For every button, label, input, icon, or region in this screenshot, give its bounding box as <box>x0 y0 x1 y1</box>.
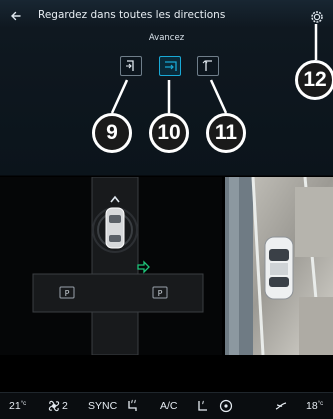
temp-right[interactable]: 18°c <box>306 400 323 412</box>
climate-bar: 21°c 2 SYNC A/C 18°c <box>0 392 333 419</box>
camera-screen: Regardez dans toutes les directions Avan… <box>0 0 333 419</box>
parking-spot-left: P <box>65 289 70 298</box>
direction-arrow-icon <box>137 260 150 274</box>
car-icon <box>105 207 125 249</box>
ac-button[interactable]: A/C <box>160 400 178 412</box>
surround-camera-feed <box>225 177 333 355</box>
sync-button[interactable]: SYNC <box>88 400 117 412</box>
callout-leaders <box>110 24 318 114</box>
fan-icon[interactable] <box>46 398 62 414</box>
callout-9: 9 <box>92 113 132 153</box>
temp-left[interactable]: 21°c <box>9 400 26 412</box>
heated-seat-icon[interactable] <box>124 398 140 414</box>
fan-speed-icon[interactable] <box>273 398 289 414</box>
callout-10: 10 <box>149 113 189 153</box>
recirculation-icon[interactable] <box>218 398 234 414</box>
bird-eye-schematic: P P <box>0 176 222 356</box>
callout-11: 11 <box>206 113 246 153</box>
fan-level: 2 <box>62 400 68 412</box>
parking-spot-right: P <box>158 289 163 298</box>
callout-12: 12 <box>295 60 333 100</box>
steering-heat-icon[interactable] <box>195 398 211 414</box>
camera-car-image <box>264 236 294 300</box>
